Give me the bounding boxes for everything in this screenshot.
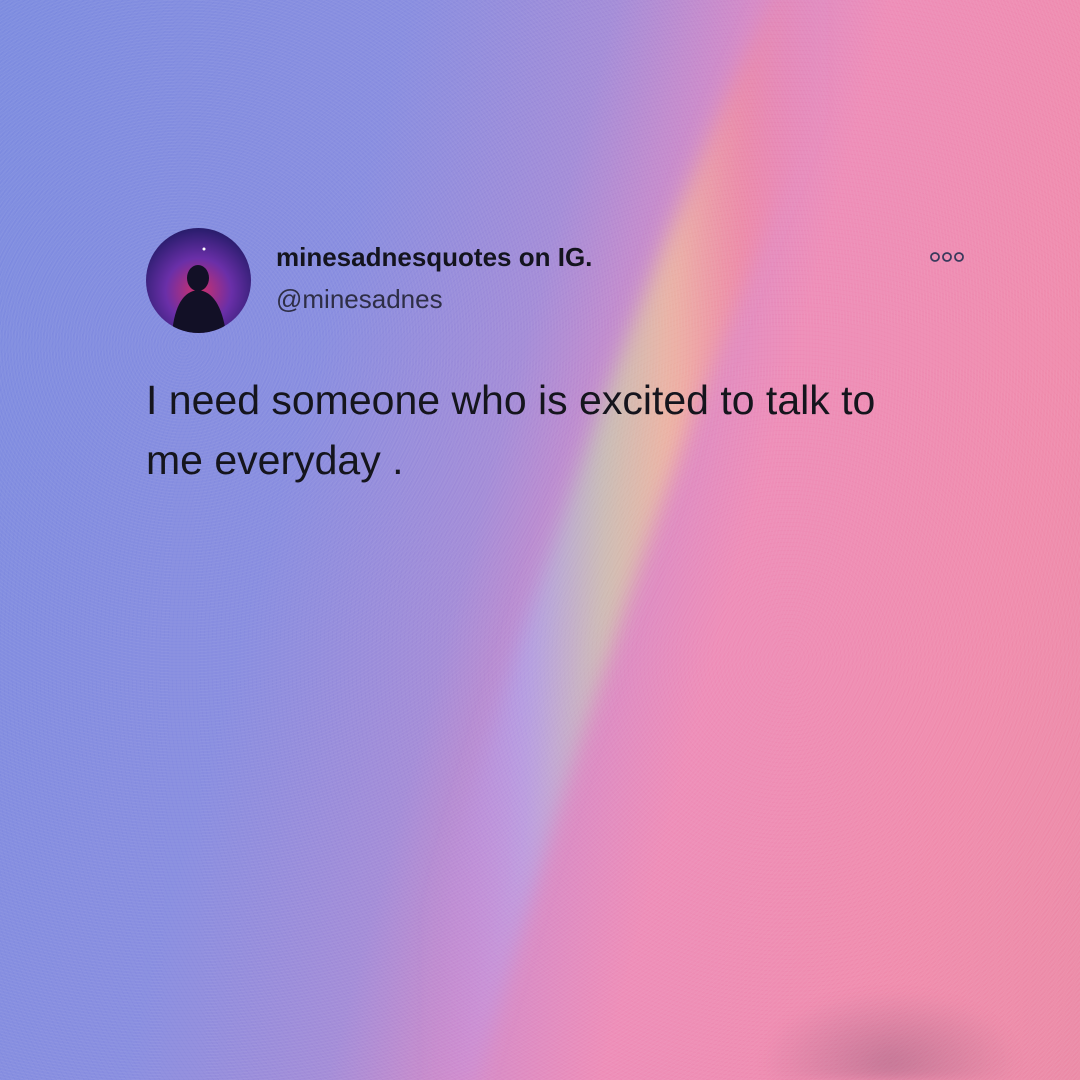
person-silhouette-icon — [172, 247, 226, 333]
grain-overlay — [0, 0, 1080, 1080]
avatar[interactable] — [146, 228, 251, 333]
more-options-icon[interactable] — [928, 250, 966, 264]
display-name[interactable]: minesadnesquotes on IG. — [276, 242, 592, 273]
cloud-shadow — [760, 990, 1020, 1080]
user-handle[interactable]: @minesadnes — [276, 284, 443, 315]
post-text: I need someone who is excited to talk to… — [146, 377, 876, 483]
